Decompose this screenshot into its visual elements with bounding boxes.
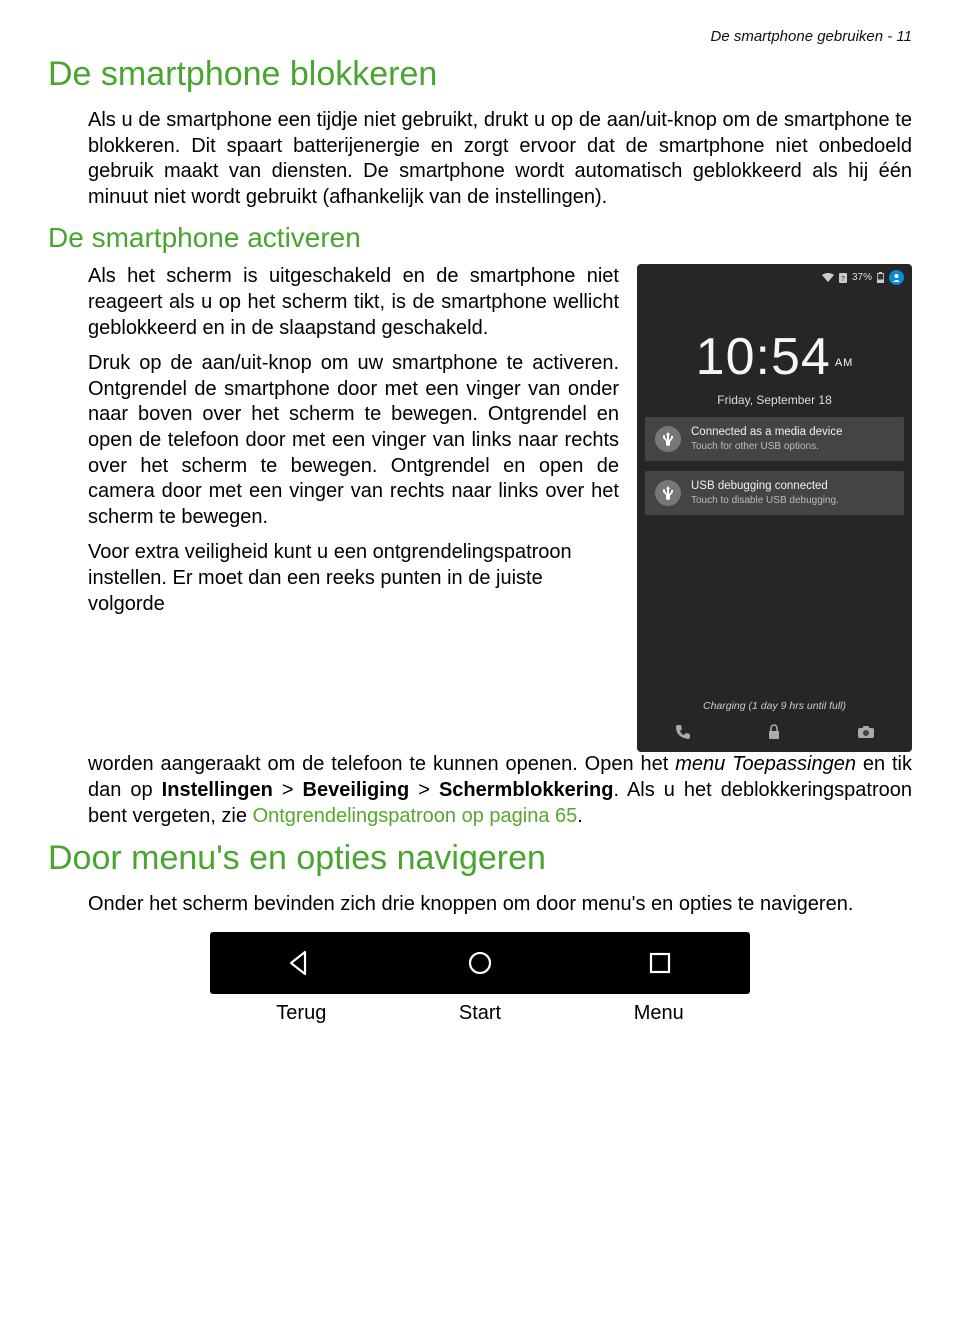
user-icon [889, 270, 904, 285]
menu-button-icon [645, 948, 675, 978]
running-header: De smartphone gebruiken - 11 [48, 28, 912, 45]
heading-activeren: De smartphone activeren [48, 222, 912, 254]
lockscreen-graphic: ? 37% 10:54 AM Friday, September 18 [637, 264, 912, 752]
phone-icon [671, 722, 695, 742]
notification-usb-debug: USB debugging connected Touch to disable… [645, 471, 904, 515]
label-back: Terug [276, 1002, 326, 1025]
navbar-figure: Terug Start Menu [210, 932, 750, 1025]
clock-time: 10:54 [696, 328, 831, 386]
paragraph-activeren-3a: Voor extra veiligheid kunt u een ontgren… [88, 540, 619, 617]
heading-blokkeren: De smartphone blokkeren [48, 55, 912, 94]
battery-percent: 37% [852, 272, 872, 283]
home-button-icon [465, 948, 495, 978]
heading-navigeren: Door menu's en opties navigeren [48, 839, 912, 878]
link-ontgrendelingspatroon[interactable]: Ontgrendelingspatroon op pagina 65 [253, 805, 578, 827]
notif-title: Connected as a media device [691, 425, 843, 440]
wifi-icon [822, 273, 834, 283]
back-button-icon [285, 948, 315, 978]
label-home: Start [459, 1002, 501, 1025]
clock-date: Friday, September 18 [637, 393, 912, 407]
notif-title: USB debugging connected [691, 479, 839, 494]
notif-subtitle: Touch for other USB options. [691, 440, 843, 453]
notif-subtitle: Touch to disable USB debugging. [691, 494, 839, 507]
paragraph-navigeren: Onder het scherm bevinden zich drie knop… [88, 892, 912, 918]
usb-icon [655, 480, 681, 506]
battery-icon [877, 272, 884, 283]
svg-text:?: ? [841, 276, 845, 283]
paragraph-activeren-3b: worden aangeraakt om de telefoon te kunn… [88, 752, 912, 829]
paragraph-activeren-2: Druk op de aan/uit-knop om uw smartphone… [88, 351, 619, 530]
clock-ampm: AM [835, 357, 854, 369]
usb-icon [655, 426, 681, 452]
sim-icon: ? [839, 273, 847, 283]
status-bar: ? 37% [637, 264, 912, 289]
paragraph-activeren-1: Als het scherm is uitgeschakeld en de sm… [88, 264, 619, 341]
clock-block: 10:54 AM Friday, September 18 [637, 327, 912, 407]
label-menu: Menu [634, 1002, 684, 1025]
lock-bottom-bar [637, 722, 912, 742]
camera-icon [854, 722, 878, 742]
paragraph-blokkeren: Als u de smartphone een tijdje niet gebr… [88, 108, 912, 210]
notification-media-device: Connected as a media device Touch for ot… [645, 417, 904, 461]
charging-text: Charging (1 day 9 hrs until full) [637, 700, 912, 712]
lock-icon [762, 722, 786, 742]
